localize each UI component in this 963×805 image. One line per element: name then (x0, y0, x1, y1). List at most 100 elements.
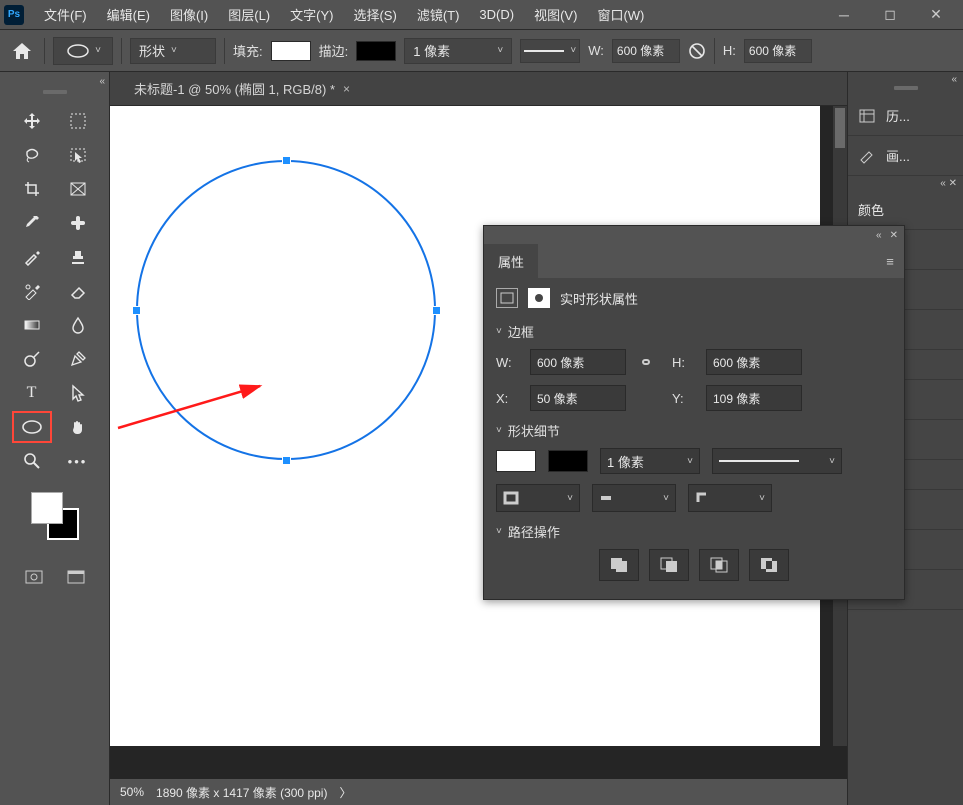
eraser-tool[interactable] (59, 276, 97, 306)
panel-menu-icon[interactable]: ≡ (876, 244, 904, 278)
pathop-combine[interactable] (599, 549, 639, 581)
panel-drag-handle[interactable] (0, 90, 109, 100)
pathop-exclude[interactable] (749, 549, 789, 581)
width-input[interactable] (612, 39, 680, 63)
quickmask-button[interactable] (22, 566, 46, 588)
menu-type[interactable]: 文字(Y) (280, 1, 343, 29)
stroke-corner-select[interactable]: ˅ (688, 484, 772, 512)
foreground-color[interactable] (31, 492, 63, 524)
props-height-input[interactable] (706, 349, 802, 375)
fill-swatch[interactable] (271, 41, 311, 61)
menu-3d[interactable]: 3D(D) (469, 1, 524, 29)
dodge-tool[interactable] (13, 344, 51, 374)
home-button[interactable] (8, 37, 36, 65)
stroke-cap-select[interactable]: ˅ (592, 484, 676, 512)
panel-history[interactable]: 历... (848, 96, 963, 136)
color-swatches[interactable] (31, 492, 79, 540)
zoom-level[interactable]: 50% (120, 785, 144, 799)
gradient-tool[interactable] (13, 310, 51, 340)
annotation-arrow (110, 376, 280, 436)
marquee-tool[interactable] (59, 106, 97, 136)
props-w-label: W: (496, 355, 518, 370)
pen-tool[interactable] (59, 344, 97, 374)
panel-drag-handle[interactable] (848, 86, 963, 96)
properties-tab[interactable]: 属性 (484, 244, 538, 278)
lasso-tool[interactable] (13, 140, 51, 170)
collapse-icon[interactable]: « (876, 230, 882, 241)
quick-select-tool[interactable] (59, 140, 97, 170)
menu-layer[interactable]: 图层(L) (218, 1, 280, 29)
menu-select[interactable]: 选择(S) (343, 1, 406, 29)
menu-filter[interactable]: 滤镜(T) (407, 1, 470, 29)
stroke-swatch[interactable] (356, 41, 396, 61)
maximize-button[interactable]: ◻ (867, 0, 913, 30)
history-icon (858, 108, 878, 124)
properties-tab-spacer (538, 244, 876, 278)
path-select-tool[interactable] (59, 378, 97, 408)
section-shape-detail-header[interactable]: ˅形状细节 (496, 421, 892, 440)
status-more-icon[interactable]: 〉 (339, 784, 351, 801)
props-stroke-width[interactable]: 1 像素˅ (600, 448, 700, 474)
brush-tool[interactable] (13, 242, 51, 272)
stroke-width-select[interactable]: 1 像素 ˅ (404, 38, 512, 64)
shape-tool[interactable] (13, 412, 51, 442)
menu-image[interactable]: 图像(I) (160, 1, 218, 29)
menu-file[interactable]: 文件(F) (34, 1, 97, 29)
selection-handle-bottom[interactable] (282, 456, 291, 465)
props-fill-swatch[interactable] (496, 450, 536, 472)
props-stroke-type[interactable]: ˅ (712, 448, 842, 474)
crop-tool[interactable] (13, 174, 51, 204)
mode-select[interactable]: 形状 ˅ (130, 38, 216, 64)
close-tab-icon[interactable]: × (343, 82, 350, 96)
menu-window[interactable]: 窗口(W) (587, 1, 654, 29)
panel-brushes[interactable]: 画... (848, 136, 963, 176)
props-width-input[interactable] (530, 349, 626, 375)
selection-handle-left[interactable] (132, 306, 141, 315)
link-wh-icon[interactable] (638, 355, 660, 369)
stroke-align-select[interactable]: ˅ (496, 484, 580, 512)
props-x-input[interactable] (530, 385, 626, 411)
current-tool-indicator[interactable]: ˅ (53, 37, 113, 65)
panel-group-controls[interactable]: « ✕ (848, 176, 963, 190)
separator (714, 38, 715, 64)
collapse-tools-icon[interactable]: « (0, 72, 109, 90)
selection-handle-top[interactable] (282, 156, 291, 165)
mask-icon (528, 288, 550, 308)
status-bar: 50% 1890 像素 x 1417 像素 (300 ppi) 〉 (110, 779, 847, 805)
pathop-intersect[interactable] (699, 549, 739, 581)
frame-tool[interactable] (59, 174, 97, 204)
document-tab-strip: 未标题-1 @ 50% (椭圆 1, RGB/8) * × (110, 72, 847, 106)
chevron-down-icon: ˅ (497, 45, 503, 56)
screenmode-button[interactable] (64, 566, 88, 588)
type-tool[interactable]: T (13, 378, 51, 408)
move-tool[interactable] (13, 106, 51, 136)
section-path-ops-header[interactable]: ˅路径操作 (496, 522, 892, 541)
minimize-button[interactable]: ─ (821, 0, 867, 30)
props-y-input[interactable] (706, 385, 802, 411)
link-wh-icon[interactable] (688, 42, 706, 60)
blur-tool[interactable] (59, 310, 97, 340)
document-tab[interactable]: 未标题-1 @ 50% (椭圆 1, RGB/8) * × (126, 79, 358, 98)
edit-toolbar-button[interactable]: ••• (59, 446, 97, 476)
close-icon[interactable]: ✕ (890, 230, 898, 241)
close-button[interactable]: ✕ (913, 0, 959, 30)
eyedropper-tool[interactable] (13, 208, 51, 238)
history-brush-tool[interactable] (13, 276, 51, 306)
stroke-style-select[interactable]: ˅ (520, 39, 580, 63)
collapse-right-icon[interactable]: « (848, 72, 963, 86)
props-stroke-swatch[interactable] (548, 450, 588, 472)
section-bbox-header[interactable]: ˅边框 (496, 322, 892, 341)
hand-tool[interactable] (59, 412, 97, 442)
doc-dimensions[interactable]: 1890 像素 x 1417 像素 (300 ppi) (156, 784, 327, 801)
healing-tool[interactable] (59, 208, 97, 238)
height-input[interactable] (744, 39, 812, 63)
separator (121, 38, 122, 64)
selection-handle-right[interactable] (432, 306, 441, 315)
zoom-tool[interactable] (13, 446, 51, 476)
stamp-tool[interactable] (59, 242, 97, 272)
menu-view[interactable]: 视图(V) (524, 1, 587, 29)
panel-color[interactable]: 颜色 (848, 190, 963, 230)
pathop-subtract[interactable] (649, 549, 689, 581)
menu-edit[interactable]: 编辑(E) (97, 1, 160, 29)
stroke-label: 描边: (319, 41, 349, 60)
